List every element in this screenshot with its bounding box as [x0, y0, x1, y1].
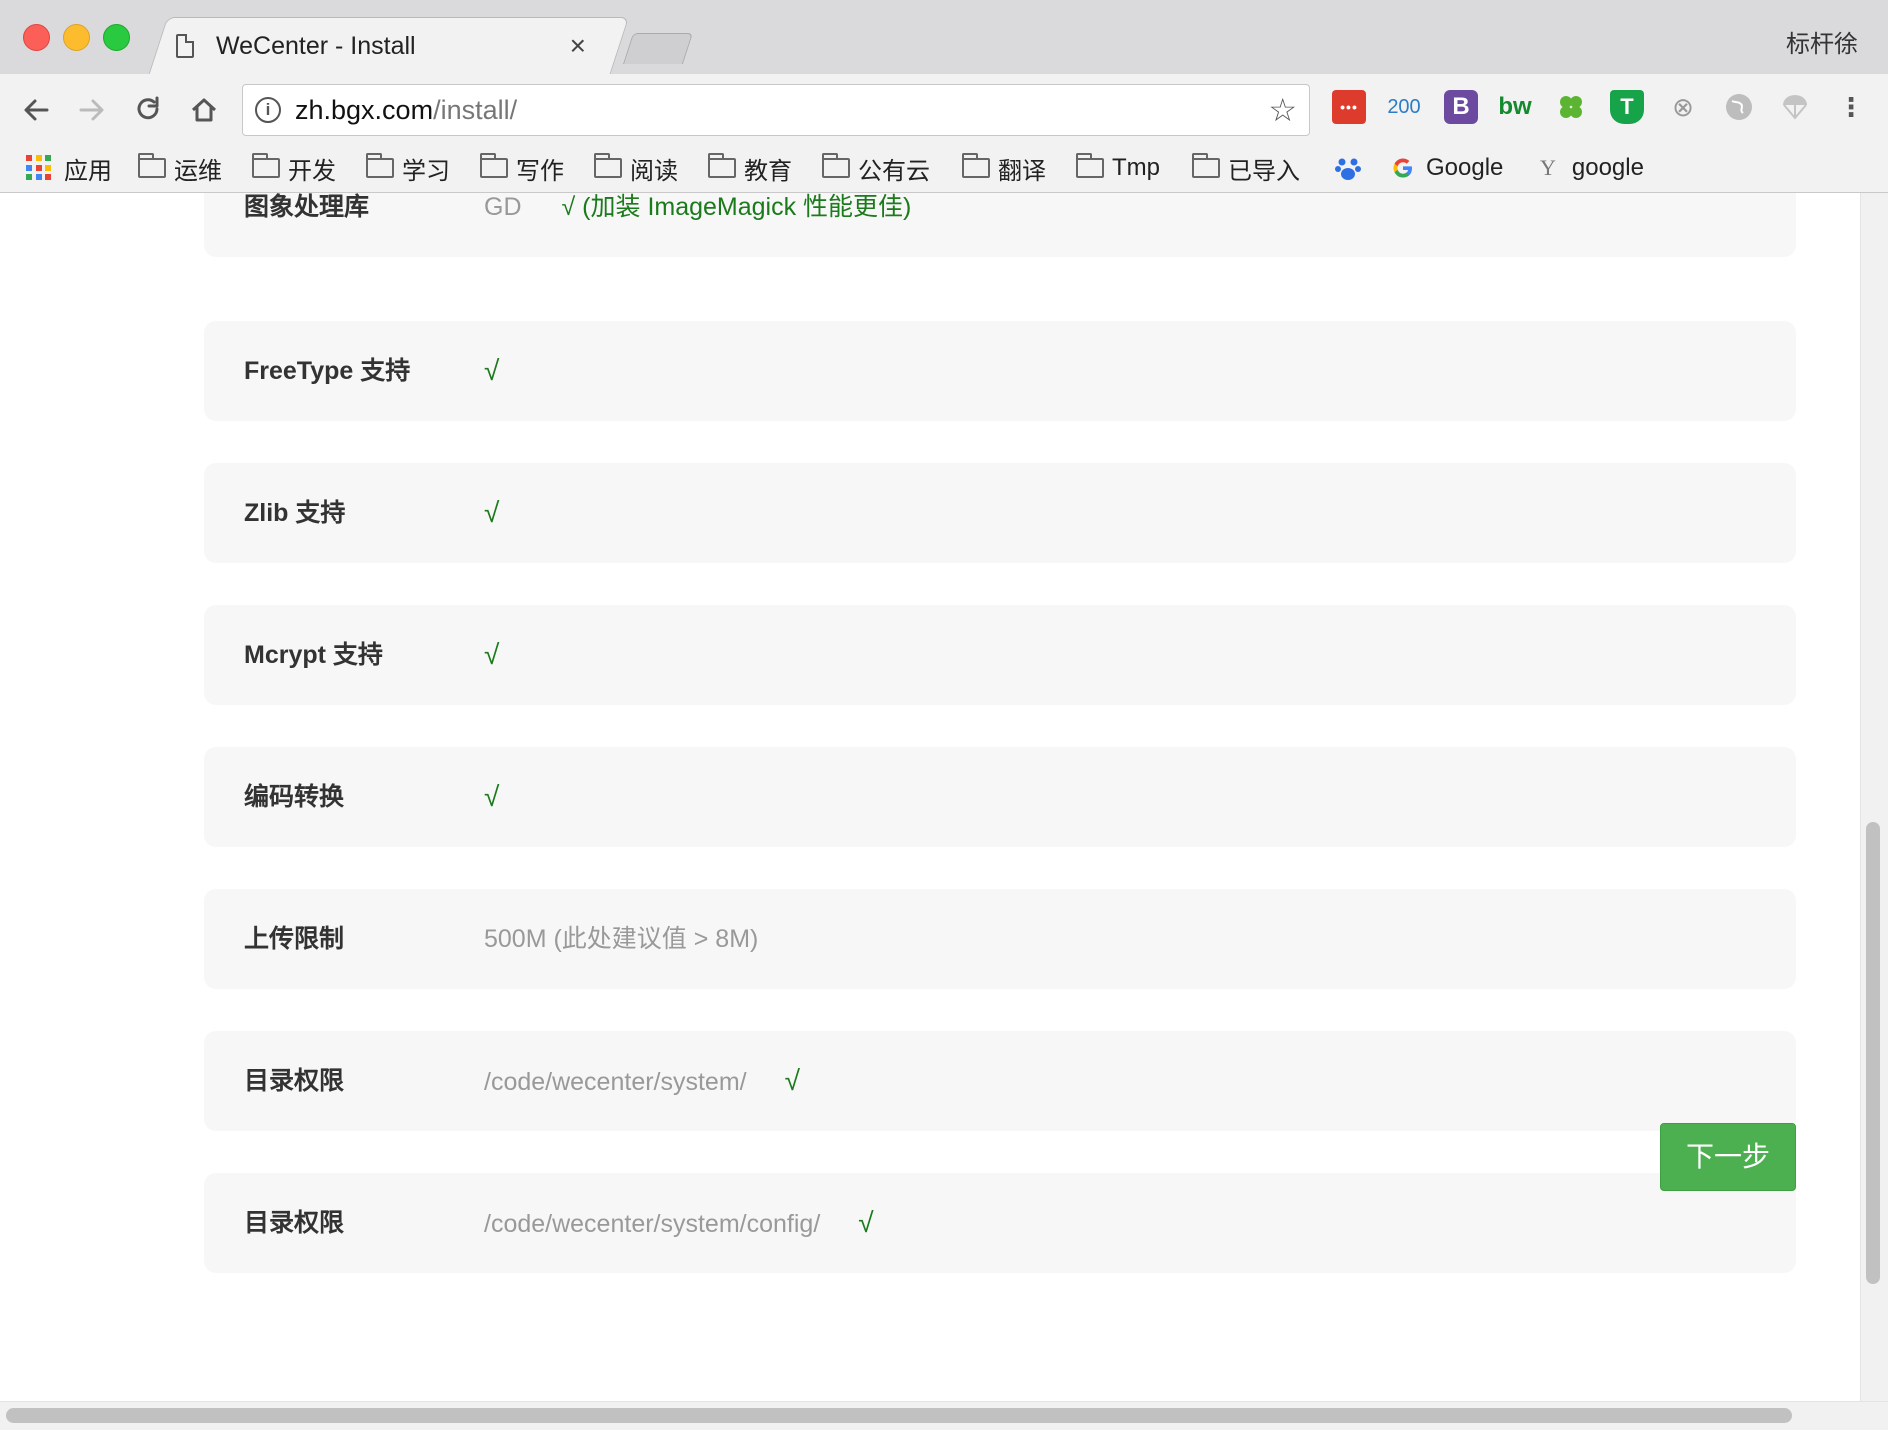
- check-value: /code/wecenter/system/config/√: [484, 1207, 874, 1238]
- bookmark-folder-imported[interactable]: 已导入: [1192, 150, 1300, 186]
- check-value: √: [484, 605, 499, 705]
- bookmark-folder-translate[interactable]: 翻译: [962, 150, 1046, 186]
- check-row-image-library: 图象处理库 GD √ (加装 ImageMagick 性能更佳): [204, 193, 1796, 257]
- bookmark-folder-study[interactable]: 学习: [366, 150, 450, 186]
- home-icon: [191, 98, 217, 122]
- bw-extension-icon[interactable]: bw: [1498, 90, 1532, 124]
- check-value: GD √ (加装 ImageMagick 性能更佳): [484, 193, 912, 221]
- yandex-y-icon: Y: [1540, 155, 1556, 180]
- page-icon: [176, 34, 194, 58]
- check-mark: √: [484, 355, 500, 386]
- menu-kebab-icon[interactable]: ⋮: [1834, 90, 1868, 124]
- check-value: √: [484, 321, 499, 421]
- bookmark-google[interactable]: Google: [1390, 150, 1503, 186]
- folder-icon: [366, 153, 394, 178]
- tab-strip: WeCenter - Install × 标杆徐: [0, 0, 1888, 76]
- folder-icon: [962, 153, 990, 178]
- tab-title: WeCenter - Install: [216, 31, 416, 60]
- check-label: 目录权限: [244, 1067, 345, 1095]
- bookmark-folder-dev[interactable]: 开发: [252, 150, 336, 186]
- check-label: Mcrypt 支持: [244, 641, 383, 669]
- lastpass-extension-icon[interactable]: •••: [1332, 90, 1366, 124]
- check-mark: √: [484, 781, 500, 812]
- folder-icon: [822, 153, 850, 178]
- bookmarks-bar: 应用 运维 开发 学习 写作 阅读 教育 公有云 翻译 Tmp 已导入 Goog…: [0, 146, 1888, 193]
- translate-extension-icon[interactable]: ⊗: [1666, 90, 1700, 124]
- check-value: √: [484, 747, 499, 847]
- check-row-mcrypt: Mcrypt 支持 √: [204, 605, 1796, 705]
- check-mark: √: [858, 1207, 874, 1238]
- shield-extension-icon[interactable]: T: [1610, 90, 1644, 124]
- folder-icon: [252, 153, 280, 178]
- close-window-button[interactable]: [23, 24, 50, 51]
- bookmark-google-yandex[interactable]: Y google: [1540, 150, 1644, 186]
- check-row-dir-permission-system: 目录权限 /code/wecenter/system/√: [204, 1031, 1796, 1131]
- back-button[interactable]: [14, 88, 58, 132]
- check-row-zlib: Zlib 支持 √: [204, 463, 1796, 563]
- check-label: Zlib 支持: [244, 499, 346, 527]
- home-button[interactable]: [182, 88, 226, 132]
- check-row-encoding: 编码转换 √: [204, 747, 1796, 847]
- clover-extension-icon[interactable]: [1554, 90, 1588, 124]
- check-mark: √: [484, 639, 500, 670]
- zoom-window-button[interactable]: [103, 24, 130, 51]
- check-mark: √: [484, 497, 500, 528]
- check-value: /code/wecenter/system/√: [484, 1065, 800, 1096]
- parachute-extension-icon[interactable]: [1778, 90, 1812, 124]
- reload-button[interactable]: [126, 88, 170, 132]
- minimize-window-button[interactable]: [63, 24, 90, 51]
- horizontal-scrollbar-thumb[interactable]: [6, 1408, 1792, 1423]
- baidu-paw-icon: [1335, 158, 1361, 180]
- browser-window: WeCenter - Install × 标杆徐 i zh.bgx.com/in…: [0, 0, 1888, 1430]
- apps-grid-icon: [26, 155, 52, 181]
- check-label: 上传限制: [244, 925, 345, 953]
- google-g-icon: [1393, 158, 1412, 178]
- globe-extension-icon[interactable]: [1722, 90, 1756, 124]
- close-tab-icon[interactable]: ×: [570, 32, 586, 60]
- bookmark-apps[interactable]: 应用: [26, 150, 112, 186]
- check-label: 图象处理库: [244, 193, 370, 221]
- check-label: FreeType 支持: [244, 357, 411, 385]
- bookmark-folder-writing[interactable]: 写作: [480, 150, 564, 186]
- bookmark-folder-tmp[interactable]: Tmp: [1076, 150, 1160, 186]
- check-row-freetype: FreeType 支持 √: [204, 321, 1796, 421]
- folder-icon: [708, 153, 736, 178]
- folder-icon: [480, 153, 508, 178]
- url-text[interactable]: zh.bgx.com/install/: [295, 95, 517, 126]
- bookmark-folder-reading[interactable]: 阅读: [594, 150, 678, 186]
- folder-icon: [594, 153, 622, 178]
- check-mark: √: [784, 1065, 800, 1096]
- bookmark-folder-public-cloud[interactable]: 公有云: [822, 150, 930, 186]
- forward-button[interactable]: [70, 88, 114, 132]
- bookmark-star-icon[interactable]: ☆: [1268, 91, 1297, 129]
- folder-icon: [1192, 153, 1220, 178]
- browser-toolbar: i zh.bgx.com/install/ ☆ ••• 200 B bw T ⊗…: [0, 74, 1888, 146]
- page-content: 图象处理库 GD √ (加装 ImageMagick 性能更佳) FreeType…: [0, 193, 1860, 1401]
- bookmark-folder-ops[interactable]: 运维: [138, 150, 222, 186]
- bootstrap-extension-icon[interactable]: B: [1444, 90, 1478, 124]
- check-label: 编码转换: [244, 783, 345, 811]
- forward-arrow-icon: [79, 99, 104, 121]
- folder-icon: [138, 153, 166, 178]
- check-row-upload-limit: 上传限制 500M (此处建议值 > 8M): [204, 889, 1796, 989]
- check-value: 500M (此处建议值 > 8M): [484, 925, 759, 953]
- info-icon[interactable]: i: [255, 97, 281, 123]
- profile-name[interactable]: 标杆徐: [1786, 24, 1858, 59]
- status-extension-badge[interactable]: 200: [1384, 90, 1424, 124]
- new-tab-button[interactable]: [622, 33, 694, 64]
- vertical-scrollbar-thumb[interactable]: [1866, 822, 1880, 1284]
- check-label: 目录权限: [244, 1209, 345, 1237]
- check-status: √ (加装 ImageMagick 性能更佳): [561, 193, 912, 221]
- next-step-button[interactable]: 下一步: [1660, 1123, 1796, 1191]
- check-value: √: [484, 463, 499, 563]
- bookmark-baidu[interactable]: [1334, 150, 1362, 186]
- back-arrow-icon: [24, 99, 49, 121]
- bookmark-folder-education[interactable]: 教育: [708, 150, 792, 186]
- check-row-dir-permission-config: 目录权限 /code/wecenter/system/config/√: [204, 1173, 1796, 1273]
- active-tab-content: WeCenter - Install ×: [176, 17, 606, 75]
- address-bar[interactable]: i zh.bgx.com/install/ ☆: [242, 84, 1310, 136]
- reload-icon: [137, 96, 159, 120]
- folder-icon: [1076, 153, 1104, 178]
